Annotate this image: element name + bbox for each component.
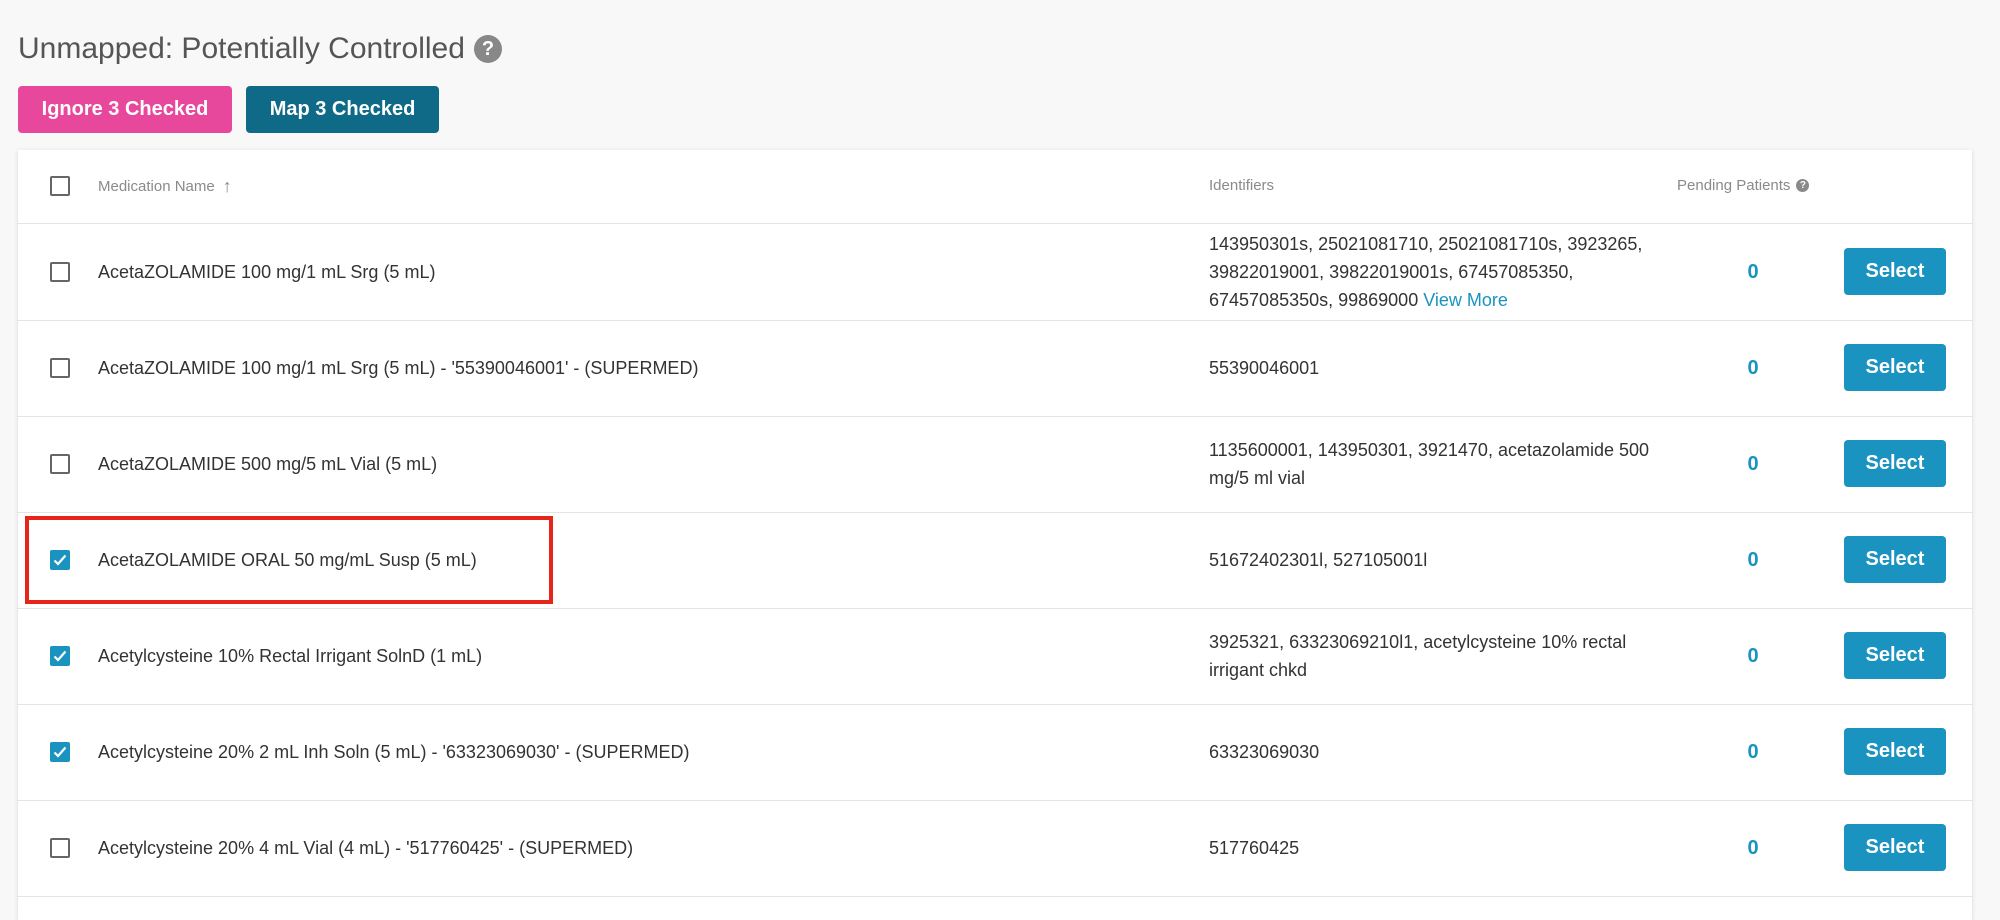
pending-patients-header-label: Pending Patients bbox=[1677, 177, 1791, 194]
identifiers-cell: 51672402301l, 527105001l bbox=[1209, 512, 1669, 608]
select-button[interactable]: Select bbox=[1844, 248, 1946, 295]
select-button[interactable]: Select bbox=[1844, 728, 1946, 775]
row-checkbox[interactable] bbox=[50, 742, 70, 762]
sort-ascending-icon[interactable]: ↑ bbox=[223, 177, 232, 195]
checkmark-icon bbox=[53, 746, 67, 758]
pending-patients-count: 0 bbox=[1747, 356, 1759, 379]
checkmark-icon bbox=[53, 650, 67, 662]
pending-patients-count: 0 bbox=[1747, 452, 1759, 475]
identifiers-cell: 55390046001 bbox=[1209, 320, 1669, 416]
medication-name: AcetaZOLAMIDE 500 mg/5 mL Vial (5 mL) bbox=[98, 453, 438, 474]
select-button[interactable]: Select bbox=[1844, 824, 1946, 871]
identifiers-text: 1135600001, 143950301, 3921470, acetazol… bbox=[1209, 440, 1650, 488]
table-row: AcetaZOLAMIDE 100 mg/1 mL Srg (5 mL) - '… bbox=[18, 320, 1972, 417]
identifiers-text: 63323069030 bbox=[1209, 742, 1320, 762]
identifiers-text: 51672402301l, 527105001l bbox=[1209, 550, 1428, 570]
table-row: AcetaZOLAMIDE ORAL 50 mg/mL Susp (5 mL) 5… bbox=[18, 512, 1972, 609]
column-header-pending-patients: Pending Patients ? bbox=[1677, 177, 1810, 194]
select-button[interactable]: Select bbox=[1844, 344, 1946, 391]
pending-patients-count: 0 bbox=[1747, 260, 1759, 283]
select-button[interactable]: Select bbox=[1844, 632, 1946, 679]
pending-patients-count: 0 bbox=[1747, 740, 1759, 763]
identifiers-cell: 517760425 bbox=[1209, 800, 1669, 896]
help-icon[interactable]: ? bbox=[473, 35, 502, 63]
select-all-checkbox[interactable] bbox=[50, 176, 70, 196]
select-button[interactable]: Select bbox=[1844, 536, 1946, 583]
identifiers-text: 55390046001 bbox=[1209, 358, 1320, 378]
row-checkbox[interactable] bbox=[50, 262, 70, 282]
table-row: Acetylcysteine 10% Rectal Irrigant SolnD… bbox=[18, 608, 1972, 705]
map-checked-button[interactable]: Map 3 Checked bbox=[246, 86, 439, 133]
row-checkbox[interactable] bbox=[50, 838, 70, 858]
bulk-actions: Ignore 3 Checked Map 3 Checked bbox=[18, 86, 439, 133]
table-header: Medication Name ↑ Identifiers Pending Pa… bbox=[18, 150, 1972, 224]
identifiers-text: 517760425 bbox=[1209, 838, 1300, 858]
table-row: Acetylcysteine 20% 2 mL Inh Soln (5 mL) … bbox=[18, 704, 1972, 801]
identifiers-header-label: Identifiers bbox=[1209, 177, 1275, 194]
table-row: AcetaZOLAMIDE 500 mg/5 mL Vial (5 mL) 113… bbox=[18, 416, 1972, 513]
table-row: AcetaZOLAMIDE 100 mg/1 mL Srg (5 mL) 1439… bbox=[18, 224, 1972, 321]
table-row: Acetylcysteine 20% 4 mL Vial (4 mL) - '5… bbox=[18, 800, 1972, 897]
page-title: Unmapped: Potentially Controlled ? bbox=[18, 32, 502, 66]
medications-table: Medication Name ↑ Identifiers Pending Pa… bbox=[18, 150, 1972, 920]
identifiers-cell: 63323069030 bbox=[1209, 704, 1669, 800]
medication-name: AcetaZOLAMIDE 100 mg/1 mL Srg (5 mL) bbox=[98, 261, 436, 282]
row-checkbox[interactable] bbox=[50, 550, 70, 570]
select-button[interactable]: Select bbox=[1844, 440, 1946, 487]
column-header-identifiers: Identifiers bbox=[1209, 177, 1274, 194]
view-more-link[interactable]: View More bbox=[1423, 290, 1508, 310]
checkmark-icon bbox=[53, 554, 67, 566]
row-checkbox[interactable] bbox=[50, 646, 70, 666]
medication-name: Acetylcysteine 10% Rectal Irrigant SolnD… bbox=[98, 645, 483, 666]
pending-patients-count: 0 bbox=[1747, 548, 1759, 571]
pending-patients-help-icon[interactable]: ? bbox=[1796, 179, 1810, 192]
column-header-medication-name[interactable]: Medication Name ↑ bbox=[98, 177, 232, 195]
medication-name: Acetylcysteine 20% 4 mL Vial (4 mL) - '5… bbox=[98, 837, 634, 858]
identifiers-text: 3925321, 63323069210l1, acetylcysteine 1… bbox=[1209, 632, 1627, 680]
medication-name-header-label: Medication Name bbox=[98, 177, 215, 195]
pending-patients-count: 0 bbox=[1747, 644, 1759, 667]
row-checkbox[interactable] bbox=[50, 454, 70, 474]
identifiers-cell: 143950301s, 25021081710, 25021081710s, 3… bbox=[1209, 224, 1669, 320]
pending-patients-count: 0 bbox=[1747, 836, 1759, 859]
ignore-checked-button[interactable]: Ignore 3 Checked bbox=[18, 86, 232, 133]
row-checkbox[interactable] bbox=[50, 358, 70, 378]
medication-name: Acetylcysteine 20% 2 mL Inh Soln (5 mL) … bbox=[98, 741, 690, 762]
identifiers-cell: 1135600001, 143950301, 3921470, acetazol… bbox=[1209, 416, 1669, 512]
identifiers-cell: 3925321, 63323069210l1, acetylcysteine 1… bbox=[1209, 608, 1669, 704]
medication-name: AcetaZOLAMIDE 100 mg/1 mL Srg (5 mL) - '… bbox=[98, 357, 699, 378]
medication-name: AcetaZOLAMIDE ORAL 50 mg/mL Susp (5 mL) bbox=[98, 549, 477, 570]
page-title-text: Unmapped: Potentially Controlled bbox=[18, 32, 465, 65]
